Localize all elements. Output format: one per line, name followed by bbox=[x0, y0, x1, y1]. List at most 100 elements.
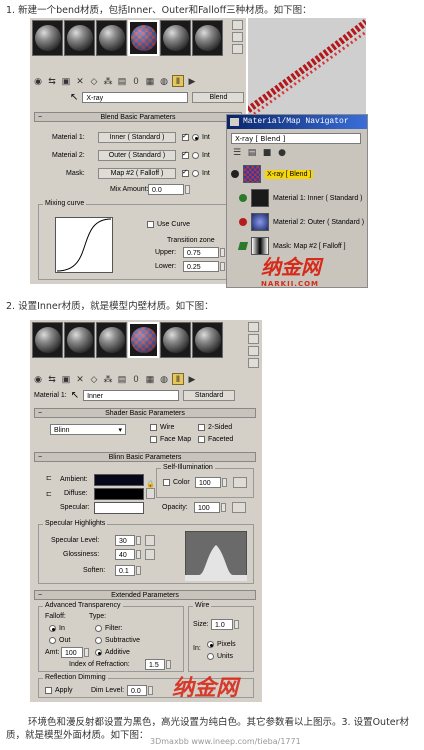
unique-icon[interactable]: ⁂ bbox=[102, 75, 114, 87]
put-to-scene-icon[interactable]: ⇆ bbox=[46, 75, 58, 87]
material-type-button[interactable]: Blend bbox=[192, 92, 245, 103]
sample-slot[interactable] bbox=[160, 322, 191, 358]
glossiness-map-button[interactable] bbox=[145, 549, 155, 560]
go-to-parent-icon[interactable]: Ⅱ bbox=[172, 75, 184, 87]
material2-interactive-radio[interactable] bbox=[192, 152, 199, 159]
assign-material-icon[interactable]: ▣ bbox=[60, 373, 72, 385]
wire-size-spinner[interactable] bbox=[234, 620, 239, 629]
blend-rollout-header[interactable]: − Blend Basic Parameters bbox=[34, 112, 242, 122]
material1-button[interactable]: Inner ( Standard ) bbox=[98, 132, 176, 143]
get-material-icon[interactable]: ◉ bbox=[32, 373, 44, 385]
wire-checkbox[interactable] bbox=[150, 424, 157, 431]
mask-button[interactable]: Map #2 ( Falloff ) bbox=[98, 168, 176, 179]
pixels-radio[interactable] bbox=[207, 641, 214, 648]
face-map-checkbox[interactable] bbox=[150, 436, 157, 443]
soften-spinner[interactable] bbox=[136, 566, 141, 575]
sample-slot-active[interactable] bbox=[128, 322, 159, 358]
view-list-icons-icon[interactable]: ▤ bbox=[246, 147, 258, 159]
glossiness-spinner[interactable] bbox=[136, 550, 141, 559]
amount-field[interactable]: 100 bbox=[61, 647, 83, 658]
upper-spinner[interactable] bbox=[220, 248, 225, 257]
show-map-icon[interactable]: ▦ bbox=[144, 373, 156, 385]
falloff-in-radio[interactable] bbox=[49, 625, 56, 632]
extended-rollout-header[interactable]: − Extended Parameters bbox=[34, 590, 256, 600]
copy-material-icon[interactable]: ◇ bbox=[88, 75, 100, 87]
sample-type-icon[interactable] bbox=[232, 20, 243, 30]
sample-slot[interactable] bbox=[32, 322, 63, 358]
view-large-icons-icon[interactable]: ● bbox=[276, 147, 288, 159]
spec-level-map-button[interactable] bbox=[145, 535, 155, 546]
pick-material-icon[interactable]: ↖ bbox=[71, 390, 79, 401]
amount-spinner[interactable] bbox=[84, 648, 89, 657]
reset-icon[interactable]: ✕ bbox=[74, 75, 86, 87]
go-forward-icon[interactable]: ▶ bbox=[186, 373, 198, 385]
sample-slot-active[interactable] bbox=[128, 20, 159, 56]
sample-slot[interactable] bbox=[64, 20, 95, 56]
shader-dropdown[interactable]: Blinn ▾ bbox=[50, 424, 126, 435]
material-name-field[interactable]: X-ray bbox=[82, 92, 189, 103]
self-illum-spinner[interactable] bbox=[222, 478, 227, 487]
self-illum-map-button[interactable] bbox=[233, 477, 247, 488]
glossiness-field[interactable]: 40 bbox=[115, 549, 135, 560]
use-curve-checkbox[interactable] bbox=[147, 221, 154, 228]
put-library-icon[interactable]: ▤ bbox=[116, 373, 128, 385]
spec-level-spinner[interactable] bbox=[136, 536, 141, 545]
faceted-checkbox[interactable] bbox=[198, 436, 205, 443]
navigator-item[interactable]: Material 1: Inner ( Standard ) bbox=[239, 189, 363, 207]
lock-icon[interactable]: 🔒 bbox=[146, 480, 155, 488]
sample-slot[interactable] bbox=[96, 322, 127, 358]
reset-icon[interactable]: ✕ bbox=[74, 373, 86, 385]
material2-enable-checkbox[interactable] bbox=[182, 150, 189, 159]
copy-material-icon[interactable]: ◇ bbox=[88, 373, 100, 385]
sample-slot[interactable] bbox=[192, 20, 223, 56]
pick-material-icon[interactable]: ↖ bbox=[70, 92, 78, 103]
background-icon[interactable] bbox=[248, 346, 259, 356]
specular-color-swatch[interactable] bbox=[94, 502, 144, 514]
apply-checkbox[interactable] bbox=[45, 687, 52, 694]
diffuse-map-button[interactable] bbox=[146, 488, 155, 499]
effects-channel-icon[interactable]: 0 bbox=[130, 373, 142, 385]
navigator-item[interactable]: X-ray [ Blend ] bbox=[231, 165, 314, 183]
material1-enable-checkbox[interactable] bbox=[182, 132, 189, 141]
uv-tiling-icon[interactable] bbox=[248, 358, 259, 368]
material1-interactive-radio[interactable] bbox=[192, 134, 199, 141]
opacity-field[interactable]: 100 bbox=[194, 502, 220, 513]
show-end-result-icon[interactable]: ◍ bbox=[158, 373, 170, 385]
ambient-color-swatch[interactable] bbox=[94, 474, 144, 486]
two-sided-checkbox[interactable] bbox=[198, 424, 205, 431]
subtractive-radio[interactable] bbox=[95, 637, 102, 644]
self-illum-color-checkbox[interactable] bbox=[163, 479, 170, 486]
put-to-scene-icon[interactable]: ⇆ bbox=[46, 373, 58, 385]
mix-amount-field[interactable]: 0.0 bbox=[148, 184, 184, 195]
blinn-rollout-header[interactable]: − Blinn Basic Parameters bbox=[34, 452, 256, 462]
falloff-out-radio[interactable] bbox=[49, 637, 56, 644]
lower-spinner[interactable] bbox=[220, 262, 225, 271]
dim-level-field[interactable]: 0.0 bbox=[127, 685, 147, 696]
lower-field[interactable]: 0.25 bbox=[183, 261, 219, 272]
additive-radio[interactable] bbox=[95, 649, 102, 656]
backlight-icon[interactable] bbox=[232, 32, 243, 42]
sample-slot[interactable] bbox=[32, 20, 63, 56]
spec-level-field[interactable]: 30 bbox=[115, 535, 135, 546]
go-to-parent-icon[interactable]: Ⅱ bbox=[172, 373, 184, 385]
dim-level-spinner[interactable] bbox=[148, 686, 153, 695]
sample-slot[interactable] bbox=[160, 20, 191, 56]
navigator-item[interactable]: Material 2: Outer ( Standard ) bbox=[239, 213, 364, 231]
ior-spinner[interactable] bbox=[166, 660, 171, 669]
sample-slot[interactable] bbox=[96, 20, 127, 56]
lock-diffuse-icon[interactable]: ⊏ bbox=[46, 490, 52, 498]
sample-slot[interactable] bbox=[192, 322, 223, 358]
backlight-icon[interactable] bbox=[248, 334, 259, 344]
material2-button[interactable]: Outer ( Standard ) bbox=[98, 150, 176, 161]
upper-field[interactable]: 0.75 bbox=[183, 247, 219, 258]
soften-field[interactable]: 0.1 bbox=[115, 565, 135, 576]
mask-enable-checkbox[interactable] bbox=[182, 168, 189, 177]
mask-interactive-radio[interactable] bbox=[192, 170, 199, 177]
effects-channel-icon[interactable]: 0 bbox=[130, 75, 142, 87]
unique-icon[interactable]: ⁂ bbox=[102, 373, 114, 385]
ior-field[interactable]: 1.5 bbox=[145, 659, 165, 670]
go-forward-icon[interactable]: ▶ bbox=[186, 75, 198, 87]
sample-slot[interactable] bbox=[64, 322, 95, 358]
material-type-button[interactable]: Standard bbox=[183, 390, 236, 401]
filter-radio[interactable] bbox=[95, 625, 102, 632]
